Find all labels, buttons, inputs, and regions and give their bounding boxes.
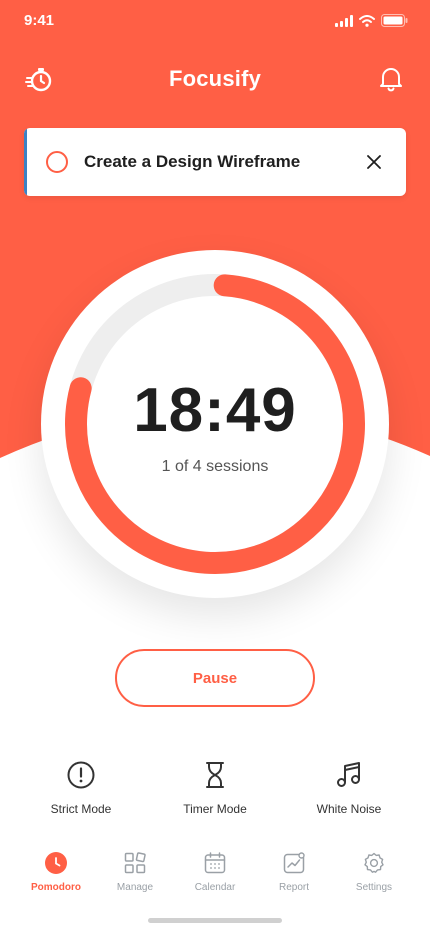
tab-label: Manage	[116, 882, 154, 893]
tab-label: Report	[278, 882, 309, 893]
session-count: 1 of 4 sessions	[161, 458, 269, 475]
mode-label: Strict Mode	[50, 802, 112, 816]
mode-options: Strict Mode Timer Mode White Noise	[0, 756, 430, 826]
calendar-icon	[204, 852, 226, 874]
mode-label: Timer Mode	[183, 802, 247, 816]
music-note-icon	[337, 762, 360, 787]
cellular-signal-icon	[335, 14, 353, 27]
timer-countdown: 18:49	[133, 376, 297, 445]
app-header: Focusify	[0, 60, 430, 100]
home-indicator	[148, 918, 282, 923]
tab-label: Calendar	[194, 882, 236, 893]
close-icon	[367, 155, 381, 169]
tab-calendar[interactable]: Calendar	[172, 848, 258, 900]
bell-icon	[380, 68, 402, 92]
mode-label: White Noise	[316, 802, 382, 816]
white-noise-button[interactable]: White Noise	[284, 756, 414, 820]
status-time: 9:41	[24, 12, 55, 29]
notifications-button[interactable]	[376, 64, 406, 94]
tab-label: Settings	[355, 882, 393, 893]
status-bar: 9:41	[0, 0, 430, 44]
task-title: Create a Design Wireframe	[84, 152, 301, 171]
clock-icon	[45, 852, 67, 874]
settings-gear-icon	[364, 852, 384, 873]
bottom-tab-bar: Pomodoro Manage Calendar Report Settings	[0, 848, 430, 900]
task-accent-stripe	[24, 128, 27, 196]
remove-task-button[interactable]	[362, 150, 386, 174]
tab-label: Pomodoro	[31, 882, 81, 893]
current-task-card[interactable]: Create a Design Wireframe	[24, 128, 406, 196]
wifi-icon	[359, 14, 375, 27]
tab-settings[interactable]: Settings	[331, 848, 417, 900]
hourglass-icon	[206, 762, 224, 788]
battery-icon	[381, 14, 408, 27]
timer-disc: 18:49 1 of 4 sessions	[41, 250, 389, 598]
grid-icon	[124, 852, 146, 874]
tab-manage[interactable]: Manage	[92, 848, 178, 900]
task-complete-checkbox[interactable]	[46, 151, 68, 173]
tab-report[interactable]: Report	[251, 848, 337, 900]
status-icons	[335, 14, 408, 27]
alert-circle-icon	[67, 761, 95, 789]
chart-icon	[283, 852, 305, 874]
strict-mode-button[interactable]: Strict Mode	[16, 756, 146, 820]
focus-screen: 9:41 Focusify Create a Design Wireframe …	[0, 0, 430, 932]
pause-button[interactable]: Pause	[115, 649, 315, 707]
app-title: Focusify	[168, 66, 262, 91]
timer-mode-button[interactable]: Timer Mode	[150, 756, 280, 820]
tab-pomodoro[interactable]: Pomodoro	[13, 848, 99, 900]
